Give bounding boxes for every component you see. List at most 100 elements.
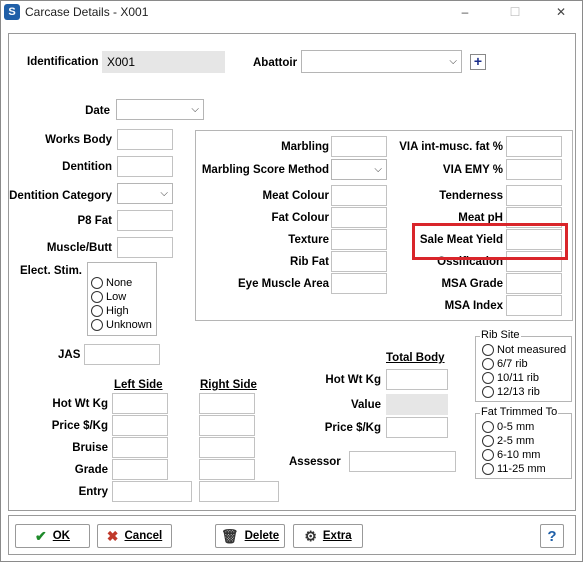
dentition-category-label: Dentition Category xyxy=(9,190,112,202)
elect-stim-low[interactable]: Low xyxy=(91,291,126,303)
right-grade-field[interactable] xyxy=(199,459,255,480)
chevron-down-icon: ⌵ xyxy=(374,164,382,175)
chevron-down-icon: ⌵ xyxy=(160,188,168,199)
total-hot-wt-field[interactable] xyxy=(386,369,448,390)
extra-button[interactable]: ⚙ Extra xyxy=(293,524,363,548)
radio-circle-icon xyxy=(482,449,494,461)
rib-fat-label: Rib Fat xyxy=(290,256,329,268)
p8-fat-label: P8 Fat xyxy=(77,215,112,227)
muscle-butt-label: Muscle/Butt xyxy=(46,242,112,254)
dentition-field[interactable] xyxy=(117,156,173,177)
rib-site-10-11[interactable]: 10/11 rib xyxy=(482,372,539,384)
elect-stim-none[interactable]: None xyxy=(91,277,132,289)
right-bruise-field[interactable] xyxy=(199,437,255,458)
marbling-field[interactable] xyxy=(331,136,387,157)
help-button[interactable]: ? xyxy=(540,524,564,548)
rib-site-not-measured[interactable]: Not measured xyxy=(482,344,566,356)
fat-trimmed-title: Fat Trimmed To xyxy=(480,406,559,418)
date-label: Date xyxy=(85,105,110,117)
fat-colour-label: Fat Colour xyxy=(271,212,330,224)
cancel-button[interactable]: ✖ Cancel xyxy=(97,524,172,548)
msa-grade-label: MSA Grade xyxy=(441,278,503,290)
fat-trimmed-2-5[interactable]: 2-5 mm xyxy=(482,435,534,447)
identification-field: X001 xyxy=(102,51,225,73)
right-entry-field[interactable] xyxy=(199,481,279,502)
eye-muscle-area-label: Eye Muscle Area xyxy=(238,278,329,290)
radio-circle-icon xyxy=(91,319,103,331)
left-side-header: Left Side xyxy=(114,379,163,391)
via-emy-field[interactable] xyxy=(506,159,562,180)
p8-fat-field[interactable] xyxy=(117,210,173,231)
jas-label: JAS xyxy=(58,349,81,361)
left-grade-field[interactable] xyxy=(112,459,168,480)
radio-circle-icon xyxy=(482,435,494,447)
total-body-header: Total Body xyxy=(386,352,445,364)
elect-stim-unknown[interactable]: Unknown xyxy=(91,319,152,331)
abattoir-dropdown[interactable]: ⌵ xyxy=(301,50,462,73)
radio-circle-icon xyxy=(91,291,103,303)
marbling-score-method-dropdown[interactable]: ⌵ xyxy=(331,159,387,180)
value-field xyxy=(386,394,448,415)
add-abattoir-button[interactable]: + xyxy=(470,54,486,70)
rib-site-12-13[interactable]: 12/13 rib xyxy=(482,386,540,398)
rib-site-title: Rib Site xyxy=(480,329,521,341)
texture-label: Texture xyxy=(288,234,329,246)
assessor-field[interactable] xyxy=(349,451,456,472)
eye-muscle-area-field[interactable] xyxy=(331,273,387,294)
via-emy-label: VIA EMY % xyxy=(442,164,503,176)
left-hot-wt-field[interactable] xyxy=(112,393,168,414)
marbling-score-method-label: Marbling Score Method xyxy=(201,164,329,176)
radio-circle-icon xyxy=(482,344,494,356)
meat-colour-field[interactable] xyxy=(331,185,387,206)
maximize-button: ☐ xyxy=(509,5,521,19)
check-icon: ✔ xyxy=(35,527,47,544)
window-title: Carcase Details - X001 xyxy=(25,5,149,19)
minimize-button[interactable]: – xyxy=(449,3,481,21)
close-button[interactable]: ✕ xyxy=(545,3,577,21)
fat-colour-field[interactable] xyxy=(331,207,387,228)
grade-label: Grade xyxy=(74,464,108,476)
via-int-musc-fat-field[interactable] xyxy=(506,136,562,157)
rib-site-6-7[interactable]: 6/7 rib xyxy=(482,358,528,370)
ok-button[interactable]: ✔ OK xyxy=(15,524,90,548)
dentition-category-dropdown[interactable]: ⌵ xyxy=(117,183,173,204)
gears-icon: ⚙ xyxy=(304,527,317,544)
carcase-details-window: S Carcase Details - X001 – ☐ ✕ Identific… xyxy=(0,0,583,562)
app-s-icon: S xyxy=(4,4,20,20)
tenderness-field[interactable] xyxy=(506,185,562,206)
bruise-label: Bruise xyxy=(72,442,108,454)
date-picker[interactable]: ⌵ xyxy=(116,99,204,120)
works-body-field[interactable] xyxy=(117,129,173,150)
jas-field[interactable] xyxy=(84,344,160,365)
total-hot-wt-label: Hot Wt Kg xyxy=(325,374,381,386)
radio-circle-icon xyxy=(91,305,103,317)
fat-trimmed-0-5[interactable]: 0-5 mm xyxy=(482,421,534,433)
radio-circle-icon xyxy=(482,372,494,384)
x-icon: ✖ xyxy=(106,527,119,544)
total-price-field[interactable] xyxy=(386,417,448,438)
muscle-butt-field[interactable] xyxy=(117,237,173,258)
right-hot-wt-field[interactable] xyxy=(199,393,255,414)
elect-stim-high[interactable]: High xyxy=(91,305,129,317)
left-price-field[interactable] xyxy=(112,415,168,436)
fat-trimmed-11-25[interactable]: 11-25 mm xyxy=(482,463,546,475)
chevron-down-icon: ⌵ xyxy=(449,56,457,67)
msa-index-field[interactable] xyxy=(506,295,562,316)
right-price-field[interactable] xyxy=(199,415,255,436)
tenderness-label: Tenderness xyxy=(439,190,503,202)
total-price-label: Price $/Kg xyxy=(324,422,381,434)
delete-button[interactable]: 🗑 Delete xyxy=(215,524,285,548)
radio-circle-icon xyxy=(91,277,103,289)
fat-trimmed-6-10[interactable]: 6-10 mm xyxy=(482,449,540,461)
identification-label: Identification xyxy=(27,56,99,68)
title-bar: S Carcase Details - X001 – ☐ ✕ xyxy=(1,1,582,25)
hot-wt-kg-label: Hot Wt Kg xyxy=(52,398,108,410)
msa-grade-field[interactable] xyxy=(506,273,562,294)
texture-field[interactable] xyxy=(331,229,387,250)
chevron-down-icon: ⌵ xyxy=(191,104,199,115)
left-entry-field[interactable] xyxy=(112,481,192,502)
marbling-label: Marbling xyxy=(281,141,329,153)
rib-fat-field[interactable] xyxy=(331,251,387,272)
left-bruise-field[interactable] xyxy=(112,437,168,458)
trash-icon: 🗑 xyxy=(220,527,239,544)
